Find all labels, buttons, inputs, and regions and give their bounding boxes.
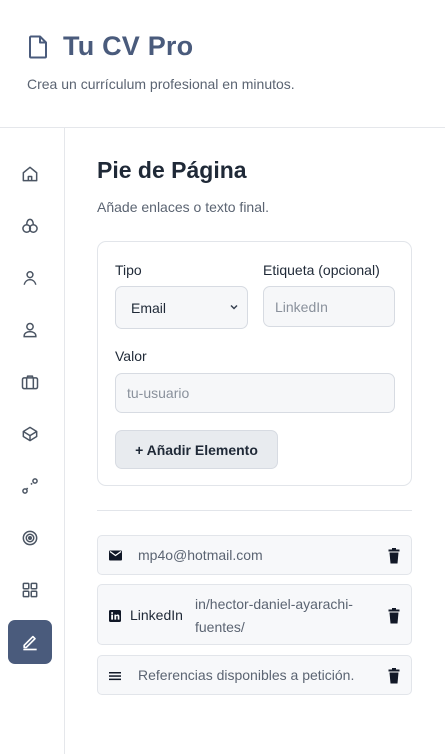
app-header: Tu CV Pro Crea un currículum profesional…: [0, 0, 445, 128]
email-icon: [108, 548, 122, 562]
edit-icon: [23, 635, 37, 651]
target-icon: [22, 530, 38, 546]
sidebar-item-path[interactable]: [8, 464, 52, 508]
text-lines-icon: [108, 669, 122, 683]
sidebar-item-footer[interactable]: [8, 620, 52, 664]
type-select[interactable]: Email: [115, 286, 248, 329]
divider: [97, 510, 412, 511]
pets-icon: [22, 218, 38, 233]
trash-icon[interactable]: [387, 608, 401, 624]
value-input[interactable]: tu-usuario: [115, 373, 395, 413]
tag-input-placeholder: LinkedIn: [275, 298, 328, 315]
list-item: mp4o@hotmail.com: [97, 535, 412, 575]
user-icon: [23, 322, 37, 338]
sidebar-item-profile[interactable]: [8, 256, 52, 300]
list-item: LinkedIn in/hector-daniel-ayarachi- fuen…: [97, 584, 412, 645]
chevron-down-icon: [230, 304, 238, 310]
footer-form-card: Tipo Email Etiqueta (opcional) LinkedIn …: [97, 241, 412, 486]
user-outline-icon: [23, 271, 37, 285]
tag-input[interactable]: LinkedIn: [263, 286, 395, 327]
main-content: Pie de Página Añade enlaces o texto fina…: [65, 128, 445, 754]
type-select-value: Email: [131, 299, 167, 316]
trash-icon[interactable]: [387, 548, 401, 564]
brand: Tu CV Pro: [28, 31, 193, 62]
value-input-placeholder: tu-usuario: [127, 385, 190, 401]
home-icon: [22, 166, 38, 182]
sidebar-item-experience[interactable]: [8, 360, 52, 404]
item-value: Referencias disponibles a petición.: [138, 667, 355, 683]
sidebar-item-personal[interactable]: [8, 308, 52, 352]
page-title: Pie de Página: [97, 157, 247, 183]
trash-icon[interactable]: [387, 668, 401, 684]
sidebar-item-skills[interactable]: [8, 568, 52, 612]
list-item: Referencias disponibles a petición.: [97, 655, 412, 695]
education-icon: [22, 426, 38, 442]
sidebar-item-home[interactable]: [8, 152, 52, 196]
route-icon: [22, 478, 38, 494]
sidebar-item-interests[interactable]: [8, 204, 52, 248]
tag-label: Etiqueta (opcional): [263, 262, 380, 278]
sidebar-item-education[interactable]: [8, 412, 52, 456]
grid-icon: [22, 582, 38, 598]
app-tagline: Crea un currículum profesional en minuto…: [27, 76, 295, 92]
item-value-line2: fuentes/: [195, 619, 245, 635]
item-label: LinkedIn: [130, 607, 183, 623]
document-icon: [28, 34, 50, 60]
sidebar-nav: [0, 128, 65, 754]
value-label: Valor: [115, 348, 147, 364]
sidebar-item-goals[interactable]: [8, 516, 52, 560]
briefcase-icon: [21, 375, 39, 390]
page-subtitle: Añade enlaces o texto final.: [97, 199, 270, 215]
type-label: Tipo: [115, 262, 142, 278]
item-value: mp4o@hotmail.com: [138, 547, 263, 563]
add-element-button[interactable]: + Añadir Elemento: [115, 430, 278, 469]
app-title: Tu CV Pro: [63, 31, 194, 61]
item-value-line1: in/hector-daniel-ayarachi-: [195, 596, 353, 612]
linkedin-icon: [108, 609, 122, 623]
